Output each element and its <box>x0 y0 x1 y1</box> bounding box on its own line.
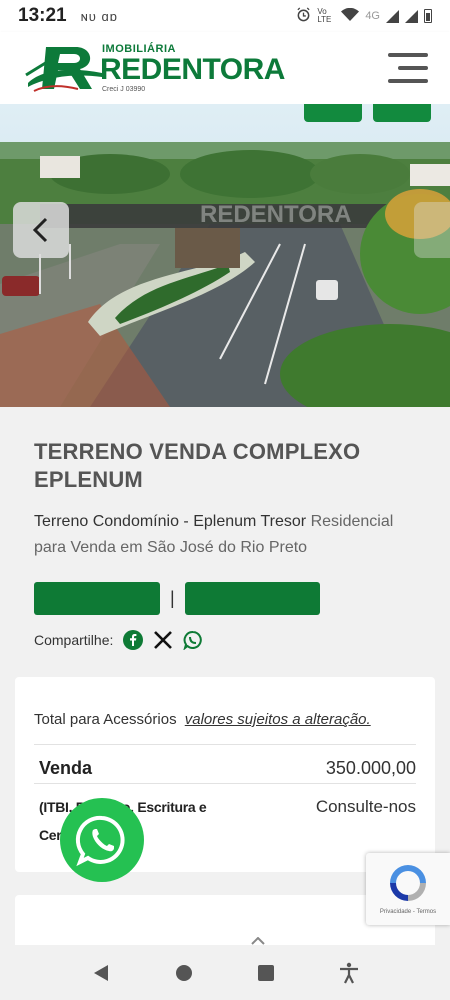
logo-creci: Creci J 03990 <box>102 85 146 93</box>
sale-price: 350.000,00 <box>325 758 416 778</box>
hamburger-icon-bar <box>398 66 428 70</box>
site-header: IMOBILIÁRIA REDENTORA Creci J 03990 <box>0 32 450 104</box>
hamburger-icon-bar <box>388 53 428 57</box>
recaptcha-icon <box>390 865 426 901</box>
status-right-icons: Vo LTE 4G <box>296 7 432 25</box>
signal-icon-2 <box>405 9 418 23</box>
whatsapp-share-icon[interactable] <box>183 630 203 650</box>
recaptcha-links[interactable]: Privacidade - Termos <box>380 909 436 915</box>
volte-icon: Vo LTE <box>317 7 332 24</box>
listing-subtitle: Terreno Condomínio - Eplenum Tresor Resi… <box>34 509 416 561</box>
action-buttons: | <box>34 582 320 615</box>
hamburger-icon-bar <box>388 79 428 83</box>
recents-nav-button[interactable] <box>254 961 278 985</box>
network-4g-label: 4G <box>365 10 380 22</box>
facebook-icon[interactable] <box>123 630 144 650</box>
system-nav-bar <box>0 945 450 1000</box>
price-note-text: Total para Acessórios <box>34 711 177 728</box>
button-separator: | <box>170 588 175 608</box>
whatsapp-icon <box>75 815 125 867</box>
chevron-up-icon <box>251 937 265 945</box>
listing-subtitle-main: Terreno Condomínio - Eplenum Tresor <box>34 513 307 530</box>
accessibility-nav-button[interactable] <box>337 961 361 985</box>
logo-mark-icon <box>25 47 102 92</box>
x-twitter-icon[interactable] <box>153 630 173 650</box>
hero-tab-1[interactable] <box>304 104 362 122</box>
divider <box>34 744 416 745</box>
logo-wordmark: REDENTORA <box>100 52 285 86</box>
home-circle-icon <box>175 964 192 981</box>
share-row: Compartilhe: <box>34 630 203 650</box>
carousel-prev-button[interactable] <box>13 202 69 258</box>
price-note: Total para Acessórios valores sujeitos a… <box>34 711 371 728</box>
price-note-link[interactable]: valores sujeitos a alteração. <box>185 711 371 728</box>
listing-title: TERRENO VENDA COMPLEXO EPLENUM <box>34 439 361 492</box>
property-photo-carousel[interactable]: REDENTORA <box>0 104 450 407</box>
watermark: REDENTORA <box>200 201 352 228</box>
action-button-1[interactable] <box>34 582 160 615</box>
signal-icon <box>386 9 399 23</box>
whatsapp-chat-button[interactable] <box>60 798 144 882</box>
back-triangle-icon <box>94 964 109 981</box>
share-label: Compartilhe: <box>34 632 114 648</box>
listing-content: TERRENO VENDA COMPLEXO EPLENUM Terreno C… <box>0 407 450 561</box>
back-nav-button[interactable] <box>89 961 113 985</box>
home-nav-button[interactable] <box>172 961 196 985</box>
wifi-icon <box>341 7 360 25</box>
recaptcha-badge[interactable]: Privacidade - Termos <box>366 853 450 925</box>
chevron-left-icon <box>32 217 48 243</box>
hamburger-menu-button[interactable] <box>388 53 428 83</box>
hero-tab-2[interactable] <box>373 104 431 122</box>
carousel-next-button[interactable] <box>414 202 450 258</box>
status-bar: 13:21 ɴᴜ ɑɒ Vo LTE 4G <box>0 0 450 32</box>
accessibility-icon <box>339 962 358 983</box>
battery-icon <box>424 9 432 23</box>
property-photo: REDENTORA <box>0 104 450 407</box>
alarm-icon <box>296 7 311 25</box>
recents-square-icon <box>258 964 275 981</box>
fees-value: Consulte-nos <box>315 797 416 816</box>
action-button-2[interactable] <box>184 582 320 615</box>
logo[interactable]: IMOBILIÁRIA REDENTORA Creci J 03990 <box>22 39 285 97</box>
notification-icons: ɴᴜ ɑɒ <box>80 8 118 24</box>
sale-label: Venda <box>39 758 93 778</box>
divider <box>34 783 416 784</box>
status-time: 13:21 <box>18 5 67 26</box>
